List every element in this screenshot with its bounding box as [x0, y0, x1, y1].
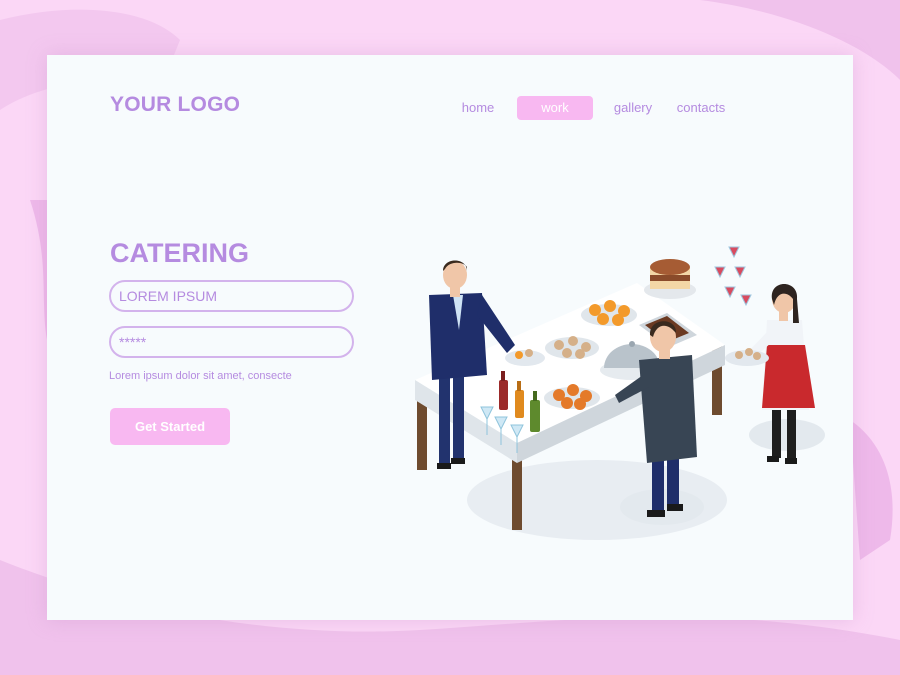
- nav-work[interactable]: work: [517, 96, 593, 120]
- nav-home[interactable]: home: [458, 96, 498, 120]
- wine-glasses-icon: [714, 246, 752, 307]
- catering-illustration: [415, 246, 825, 540]
- logo[interactable]: YOUR LOGO: [110, 93, 240, 117]
- form-hint: Lorem ipsum dolor sit amet, consecte: [109, 370, 292, 382]
- nav-contacts[interactable]: contacts: [673, 96, 729, 120]
- name-field[interactable]: [109, 280, 354, 312]
- page-title: CATERING: [110, 238, 249, 268]
- get-started-button[interactable]: Get Started: [110, 408, 230, 445]
- cake-icon: [644, 259, 696, 299]
- password-field[interactable]: [109, 326, 354, 358]
- landing-card: YOUR LOGO home work gallery contacts CAT…: [47, 55, 853, 620]
- nav-gallery[interactable]: gallery: [608, 96, 658, 120]
